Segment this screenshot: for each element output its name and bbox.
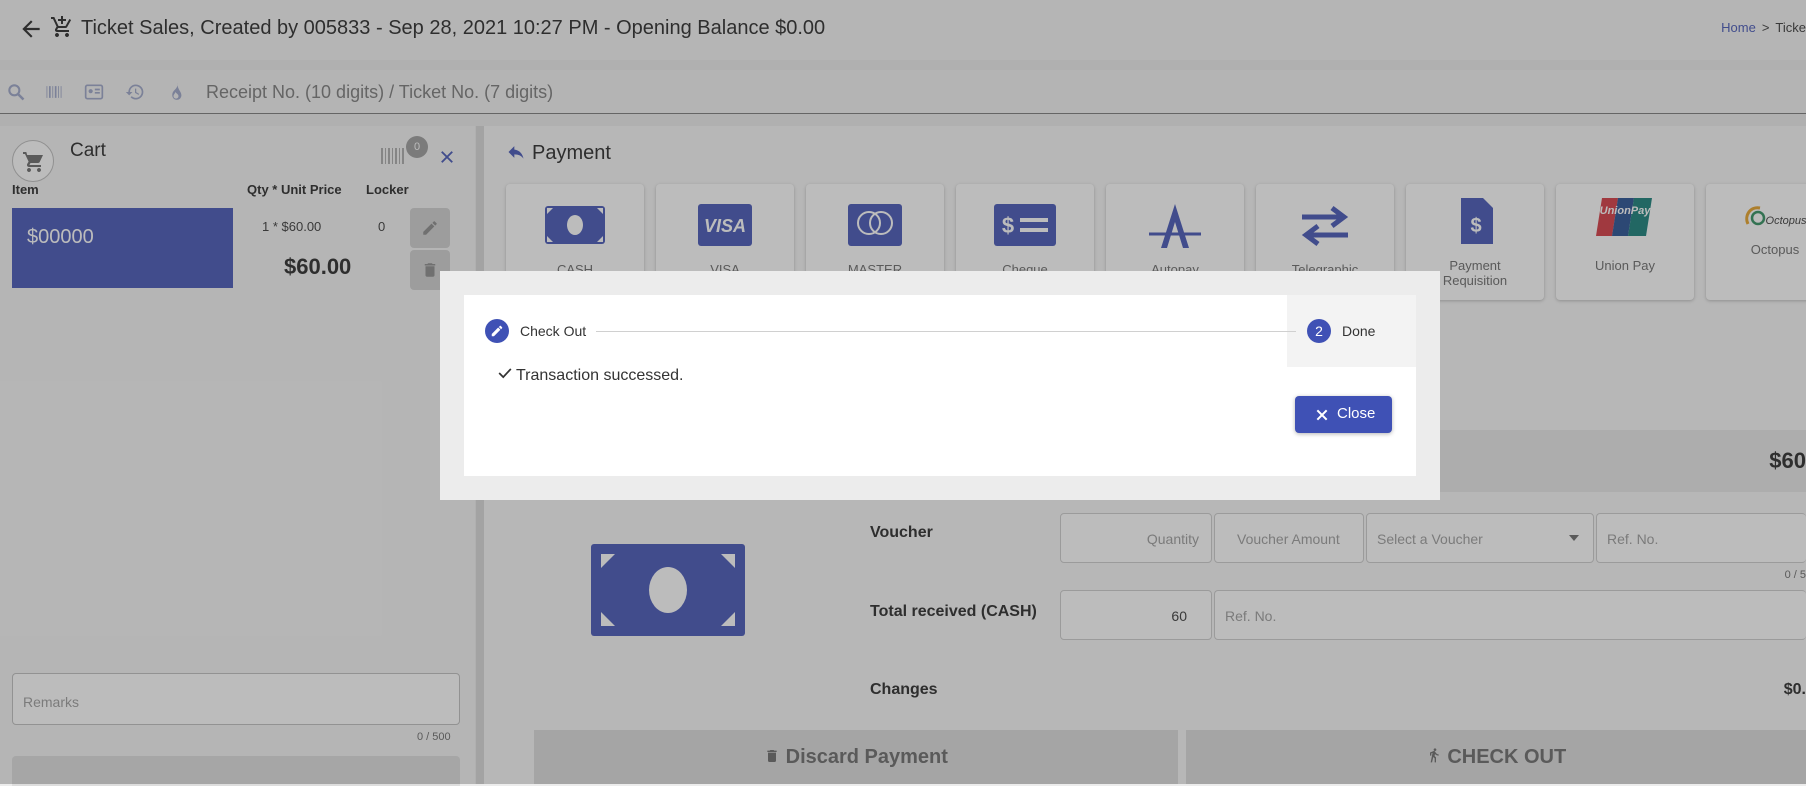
stepper-line [596,331,1296,332]
pencil-icon [491,325,503,337]
dialog-content: Check Out 2 Done Transaction successed. … [464,295,1416,476]
success-text: Transaction successed. [516,367,684,384]
close-button-label: Close [1337,405,1376,422]
checkout-dialog: Check Out 2 Done Transaction successed. … [440,271,1440,500]
step-checkout-indicator [485,319,509,343]
close-button[interactable]: Close [1295,396,1392,433]
step-done-label: Done [1342,323,1376,339]
success-message: Transaction successed. [498,367,683,385]
step-checkout-label: Check Out [520,323,587,339]
close-icon [1316,409,1328,421]
check-icon [498,368,512,379]
step-done-indicator: 2 [1307,319,1331,343]
